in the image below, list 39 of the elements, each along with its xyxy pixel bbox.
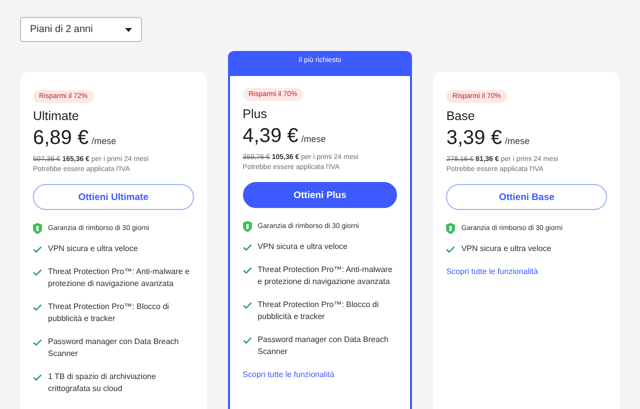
check-icon [242,266,252,274]
price-unit: /mese [92,136,116,146]
get-plan-button[interactable]: Ottieni Ultimate [33,184,194,210]
feature-text: Threat Protection Pro™: Anti-malware e protezione di navigazione avanzata [48,266,190,290]
price-unit: /mese [301,134,326,144]
get-plan-button[interactable]: Ottieni Plus [242,182,398,208]
feature-text: Threat Protection Pro™: Blocco di pubblicità e tracker [48,300,170,325]
feature-text: 1 TB di spazio di archiviazione crittografata su cloud [48,370,157,395]
feature-text: VPN sicura e ultra veloce [461,243,552,255]
feature-text: VPN sicura e ultra veloce [258,241,348,253]
feature-text: Password manager con Data Breach Scanner [48,336,180,360]
monthly-price: 4,39 € [242,125,298,148]
check-icon [446,246,456,253]
see-all-features-link[interactable]: Scopri tutte le funzionalità [242,370,334,378]
check-icon [242,302,252,308]
check-icon [33,268,42,276]
feature-text: Password manager con Data Breach Scanner [258,334,390,358]
monthly-price: 6,89 € [33,127,89,150]
check-icon [33,374,42,380]
check-icon [33,304,42,310]
price-unit: /mese [504,136,530,146]
check-icon [33,246,42,253]
check-icon [242,244,252,251]
feature-text: VPN sicura e ultra veloce [48,243,138,255]
plan-name: Ultimate [33,109,80,123]
monthly-price: 3,39 € [446,127,502,150]
shield-icon [446,223,456,234]
feature-text: Threat Protection Pro™: Blocco di pubblicità e tracker [258,298,380,323]
shield-icon [33,223,42,234]
plan-name: Plus [242,107,268,121]
caret-icon [125,28,132,32]
plan-period-dropdown[interactable]: Piani di 2 anni [20,17,142,42]
check-icon [242,336,252,344]
check-icon [33,338,42,346]
shield-icon [242,221,252,232]
see-all-features-link[interactable]: Scopri tutte le funzionalità [446,266,538,276]
get-plan-button[interactable]: Ottieni Base [446,184,608,210]
plan-name: Base [446,109,476,123]
feature-text: Threat Protection Pro™: Anti-malware e protezione di navigazione avanzata [258,264,394,288]
